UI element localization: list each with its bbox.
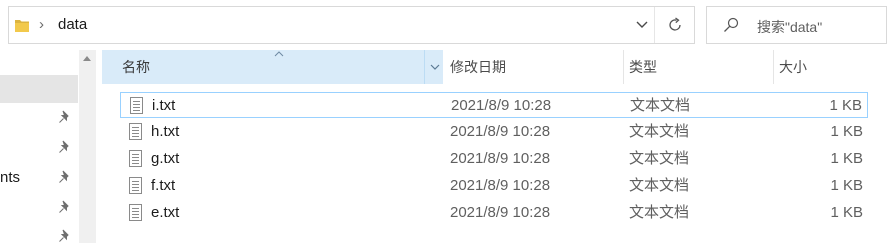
file-row[interactable]: e.txt 2021/8/9 10:28 文本文档 1 KB: [120, 200, 868, 226]
file-type: 文本文档: [630, 97, 691, 114]
breadcrumb-current[interactable]: data: [58, 16, 87, 34]
file-date: 2021/8/9 10:28: [450, 204, 551, 221]
search-placeholder: 搜索"data": [757, 19, 823, 35]
file-type: 文本文档: [629, 204, 690, 221]
column-header-type[interactable]: 类型: [624, 50, 774, 84]
scroll-up-icon[interactable]: [83, 56, 91, 61]
pin-icon[interactable]: [58, 229, 72, 243]
column-header-name-label: 名称: [122, 59, 150, 75]
file-date: 2021/8/9 10:28: [450, 123, 551, 140]
breadcrumb-separator[interactable]: ›: [39, 17, 44, 33]
text-file-icon: [130, 97, 143, 114]
pin-icon[interactable]: [58, 110, 72, 124]
text-file-icon: [129, 177, 142, 194]
pin-icon[interactable]: [58, 200, 72, 214]
file-row[interactable]: g.txt 2021/8/9 10:28 文本文档 1 KB: [120, 146, 868, 172]
nav-item-label[interactable]: nts: [0, 169, 20, 186]
nav-scrollbar[interactable]: [79, 50, 96, 243]
search-input[interactable]: 搜索"data": [706, 6, 887, 44]
file-row[interactable]: i.txt 2021/8/9 10:28 文本文档 1 KB: [120, 92, 868, 118]
navigation-pane[interactable]: nts: [0, 50, 97, 243]
text-file-icon: [129, 150, 142, 167]
nav-item-selected[interactable]: [0, 75, 78, 103]
file-row[interactable]: h.txt 2021/8/9 10:28 文本文档 1 KB: [120, 119, 868, 145]
file-name: f.txt: [151, 177, 176, 194]
refresh-icon: [669, 17, 681, 31]
pin-icon[interactable]: [58, 140, 72, 154]
file-name: h.txt: [151, 123, 180, 140]
column-header-size[interactable]: 大小: [774, 50, 887, 84]
sort-ascending-icon: [274, 51, 284, 57]
column-header-name[interactable]: 名称: [102, 50, 443, 84]
refresh-button[interactable]: [654, 7, 695, 43]
pin-icon[interactable]: [58, 170, 72, 184]
chevron-down-icon: [636, 21, 648, 28]
file-date: 2021/8/9 10:28: [450, 177, 551, 194]
file-size: 1 KB: [830, 204, 863, 221]
file-row[interactable]: f.txt 2021/8/9 10:28 文本文档 1 KB: [120, 173, 868, 199]
file-type: 文本文档: [629, 123, 690, 140]
search-icon: [724, 17, 739, 32]
file-size: 1 KB: [829, 97, 862, 114]
text-file-icon: [129, 123, 142, 140]
file-size: 1 KB: [830, 150, 863, 167]
column-filter-dropdown[interactable]: [424, 50, 444, 84]
file-type: 文本文档: [629, 177, 690, 194]
file-name: e.txt: [151, 204, 180, 221]
file-size: 1 KB: [830, 123, 863, 140]
file-type: 文本文档: [629, 150, 690, 167]
file-date: 2021/8/9 10:28: [451, 97, 552, 114]
column-header-date[interactable]: 修改日期: [448, 50, 624, 84]
file-size: 1 KB: [830, 177, 863, 194]
column-header-date-label: 修改日期: [450, 59, 506, 75]
column-header-type-label: 类型: [629, 59, 657, 75]
column-header-size-label: 大小: [779, 59, 807, 75]
file-name: g.txt: [151, 150, 180, 167]
column-headers: 名称 修改日期 类型 大小: [102, 50, 887, 84]
folder-icon: [15, 20, 29, 32]
text-file-icon: [129, 204, 142, 221]
address-bar[interactable]: › data: [8, 6, 695, 44]
file-name: i.txt: [152, 97, 176, 114]
file-date: 2021/8/9 10:28: [450, 150, 551, 167]
chevron-down-icon: [430, 64, 439, 70]
